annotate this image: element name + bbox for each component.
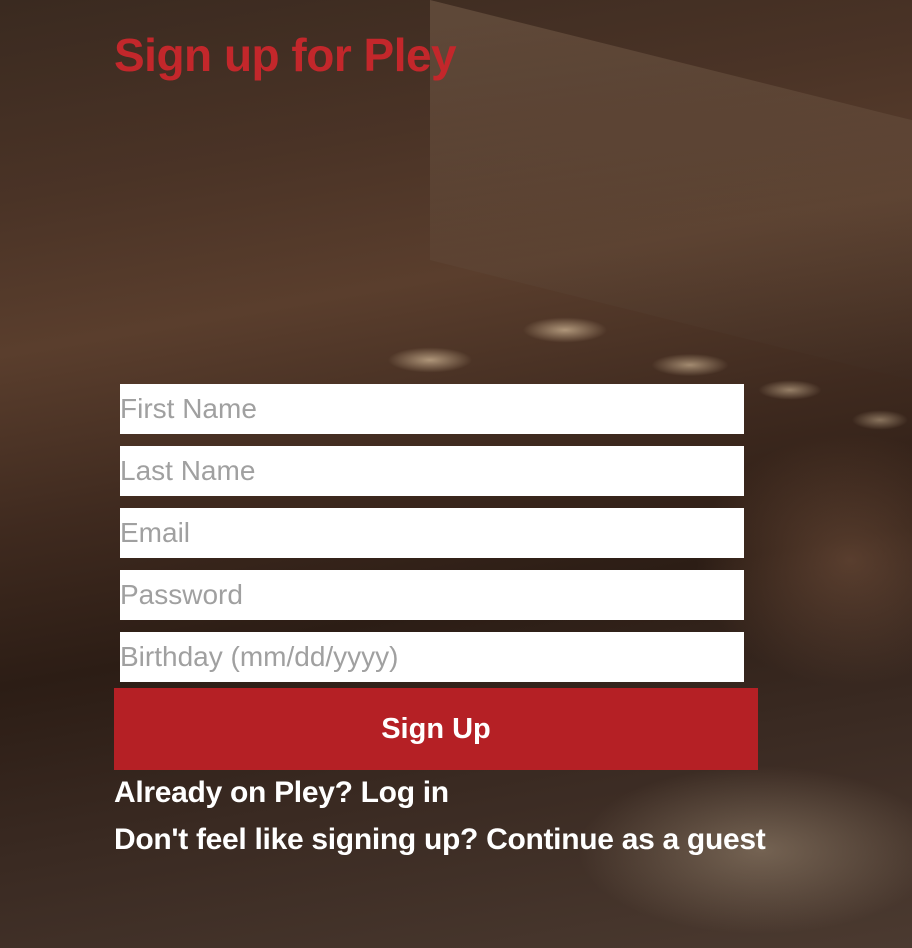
login-link[interactable]: Already on Pley? Log in	[114, 776, 449, 810]
last-name-field[interactable]	[120, 446, 744, 496]
sign-up-button[interactable]: Sign Up	[114, 688, 758, 770]
signup-form	[120, 384, 744, 694]
page-title: Sign up for Pley	[114, 29, 457, 81]
first-name-field[interactable]	[120, 384, 744, 434]
signup-page: Sign up for Pley Sign Up Already on Pley…	[0, 0, 912, 948]
password-field[interactable]	[120, 570, 744, 620]
birthday-field[interactable]	[120, 632, 744, 682]
email-field[interactable]	[120, 508, 744, 558]
continue-as-guest-link[interactable]: Don't feel like signing up? Continue as …	[114, 823, 766, 857]
